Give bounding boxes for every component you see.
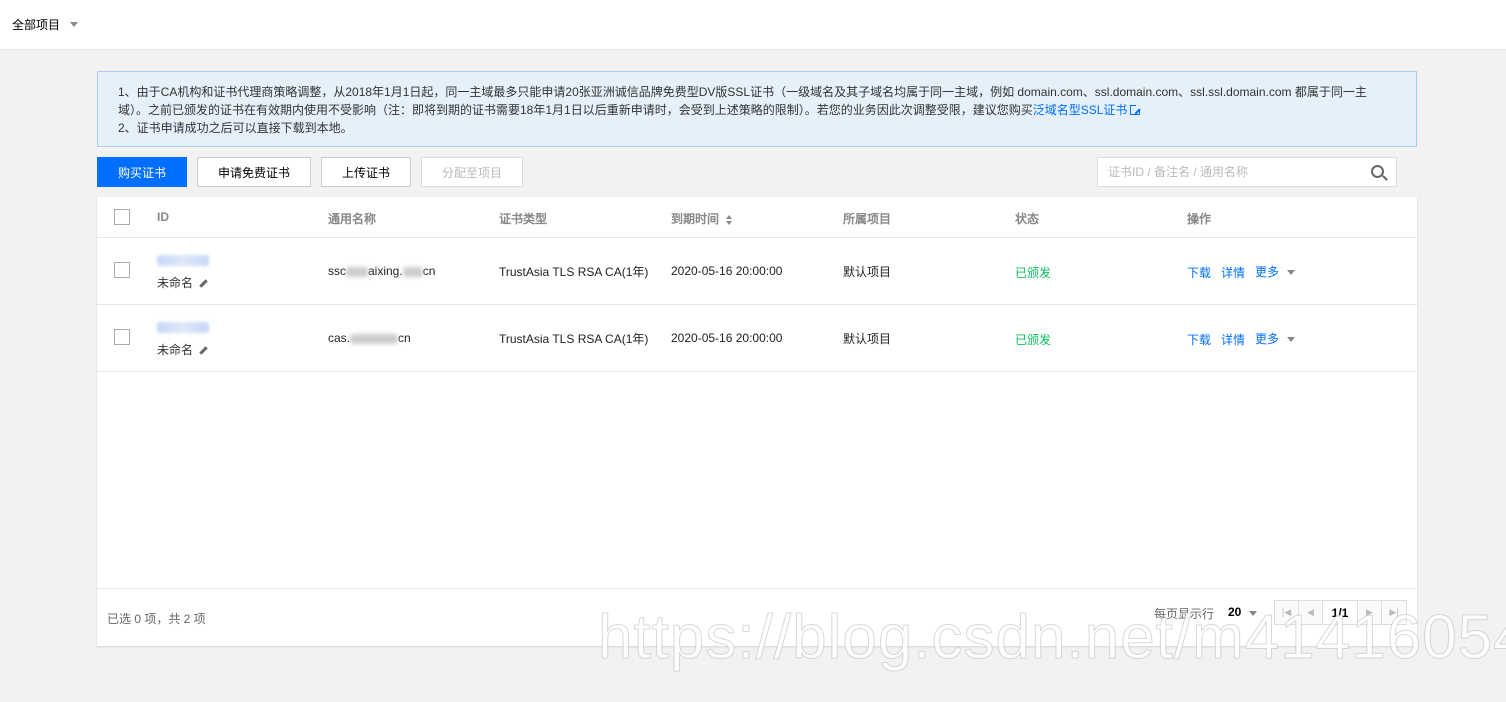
- next-page-icon: ▶: [1366, 607, 1373, 617]
- column-header-cert-type: 证书类型: [499, 212, 548, 226]
- column-header-project: 所属项目: [843, 212, 892, 226]
- prev-page-icon: ◀: [1307, 607, 1314, 617]
- certificate-id-link[interactable]: [157, 322, 209, 333]
- first-page-button[interactable]: |◀: [1275, 601, 1299, 624]
- notice-banner: 1、由于CA机构和证书代理商策略调整，从2018年1月1日起，同一主域最多只能申…: [97, 71, 1417, 147]
- column-header-actions: 操作: [1187, 212, 1212, 226]
- last-page-icon: ▶|: [1389, 607, 1399, 617]
- next-page-button[interactable]: ▶: [1358, 601, 1382, 624]
- notice-line-2: 2、证书申请成功之后可以直接下载到本地。: [118, 121, 353, 135]
- top-bar: 全部项目: [0, 0, 1506, 50]
- page-size-select[interactable]: 20: [1228, 605, 1258, 619]
- table-row: 未命名 cas. cn TrustAsia TLS RSA CA(1年) 2020…: [97, 305, 1417, 372]
- table-row: 未命名 ssc aixing. cn TrustAsia TLS RSA CA(1年…: [97, 238, 1417, 305]
- remark-cell: 未命名: [157, 341, 208, 358]
- row-checkbox[interactable]: [114, 262, 130, 278]
- column-header-status: 状态: [1015, 212, 1040, 226]
- pencil-icon[interactable]: [199, 346, 208, 355]
- redacted-mask: [402, 266, 423, 277]
- remark-cell: 未命名: [157, 274, 208, 291]
- table-footer: 已选 0 项，共 2 项 每页显示行 20 |◀ ◀ 1/1 ▶ ▶|: [97, 588, 1417, 646]
- toolbar: 购买证书 申请免费证书 上传证书 分配至项目: [97, 157, 1397, 187]
- search-input[interactable]: [1098, 158, 1358, 186]
- detail-link[interactable]: 详情: [1221, 331, 1245, 348]
- last-page-button[interactable]: ▶|: [1382, 601, 1406, 624]
- project-cell: 默认项目: [843, 332, 892, 346]
- cert-type-cell: TrustAsia TLS RSA CA(1年): [499, 332, 649, 346]
- remark-text: 未命名: [157, 343, 194, 357]
- common-name-cell: cas. cn: [328, 331, 411, 345]
- certificate-id-link[interactable]: [157, 255, 209, 266]
- notice-text-1: 1、由于CA机构和证书代理商策略调整，从2018年1月1日起，同一主域最多只能申…: [118, 85, 1367, 117]
- column-header-common-name: 通用名称: [328, 212, 377, 226]
- download-link[interactable]: 下载: [1187, 264, 1211, 281]
- column-header-id: ID: [157, 210, 169, 224]
- page-size-label: 每页显示行: [1154, 607, 1215, 621]
- buy-certificate-button[interactable]: 购买证书: [97, 157, 187, 187]
- upload-certificate-button[interactable]: 上传证书: [321, 157, 411, 187]
- project-cell: 默认项目: [843, 265, 892, 279]
- pagination: |◀ ◀ 1/1 ▶ ▶|: [1274, 600, 1407, 625]
- more-label: 更多: [1255, 332, 1280, 346]
- common-name-mid: aixing.: [368, 264, 403, 278]
- wildcard-ssl-link[interactable]: 泛域名型SSL证书: [1033, 103, 1128, 117]
- common-name-suffix: cn: [422, 264, 436, 278]
- first-page-icon: |◀: [1281, 607, 1292, 617]
- search-icon[interactable]: [1371, 165, 1384, 178]
- expire-time-cell: 2020-05-16 20:00:00: [671, 331, 783, 345]
- redacted-mask: [350, 333, 399, 344]
- project-selector[interactable]: 全部项目: [12, 16, 79, 33]
- chevron-down-icon: [1287, 270, 1296, 275]
- select-all-checkbox[interactable]: [114, 209, 130, 225]
- expire-time-cell: 2020-05-16 20:00:00: [671, 264, 783, 278]
- certificate-table-panel: ID 通用名称 证书类型 到期时间 所属项目 状态 操作 未命名 ssc aixi…: [97, 197, 1417, 646]
- more-dropdown[interactable]: 更多: [1255, 330, 1296, 347]
- common-name-prefix: cas.: [328, 331, 351, 345]
- assign-to-project-button[interactable]: 分配至项目: [421, 157, 523, 187]
- common-name-prefix: ssc: [328, 264, 346, 278]
- external-link-icon[interactable]: [1130, 104, 1142, 115]
- selection-summary: 已选 0 项，共 2 项: [107, 612, 206, 626]
- page-indicator: 1/1: [1323, 601, 1358, 624]
- common-name-cell: ssc aixing. cn: [328, 264, 435, 278]
- row-checkbox[interactable]: [114, 329, 130, 345]
- search-box: [1097, 157, 1397, 187]
- apply-free-certificate-button[interactable]: 申请免费证书: [197, 157, 311, 187]
- chevron-down-icon: [70, 22, 79, 27]
- project-selector-label: 全部项目: [12, 18, 61, 32]
- more-dropdown[interactable]: 更多: [1255, 263, 1296, 280]
- cert-type-cell: TrustAsia TLS RSA CA(1年): [499, 265, 649, 279]
- redacted-mask: [346, 266, 368, 277]
- chevron-down-icon: [1249, 611, 1258, 616]
- more-label: 更多: [1255, 265, 1280, 279]
- expire-time-label: 到期时间: [671, 212, 720, 226]
- detail-link[interactable]: 详情: [1221, 264, 1245, 281]
- status-badge: 已颁发: [1015, 333, 1052, 347]
- sort-icon[interactable]: [726, 215, 733, 225]
- prev-page-button[interactable]: ◀: [1299, 601, 1323, 624]
- notice-line-1: 1、由于CA机构和证书代理商策略调整，从2018年1月1日起，同一主域最多只能申…: [118, 83, 1394, 119]
- common-name-suffix: cn: [398, 331, 411, 345]
- page-size-value: 20: [1228, 605, 1242, 619]
- table-header: ID 通用名称 证书类型 到期时间 所属项目 状态 操作: [97, 197, 1417, 238]
- chevron-down-icon: [1287, 337, 1296, 342]
- remark-text: 未命名: [157, 276, 194, 290]
- column-header-expire-time[interactable]: 到期时间: [671, 210, 733, 227]
- status-badge: 已颁发: [1015, 266, 1052, 280]
- download-link[interactable]: 下载: [1187, 331, 1211, 348]
- pencil-icon[interactable]: [199, 279, 208, 288]
